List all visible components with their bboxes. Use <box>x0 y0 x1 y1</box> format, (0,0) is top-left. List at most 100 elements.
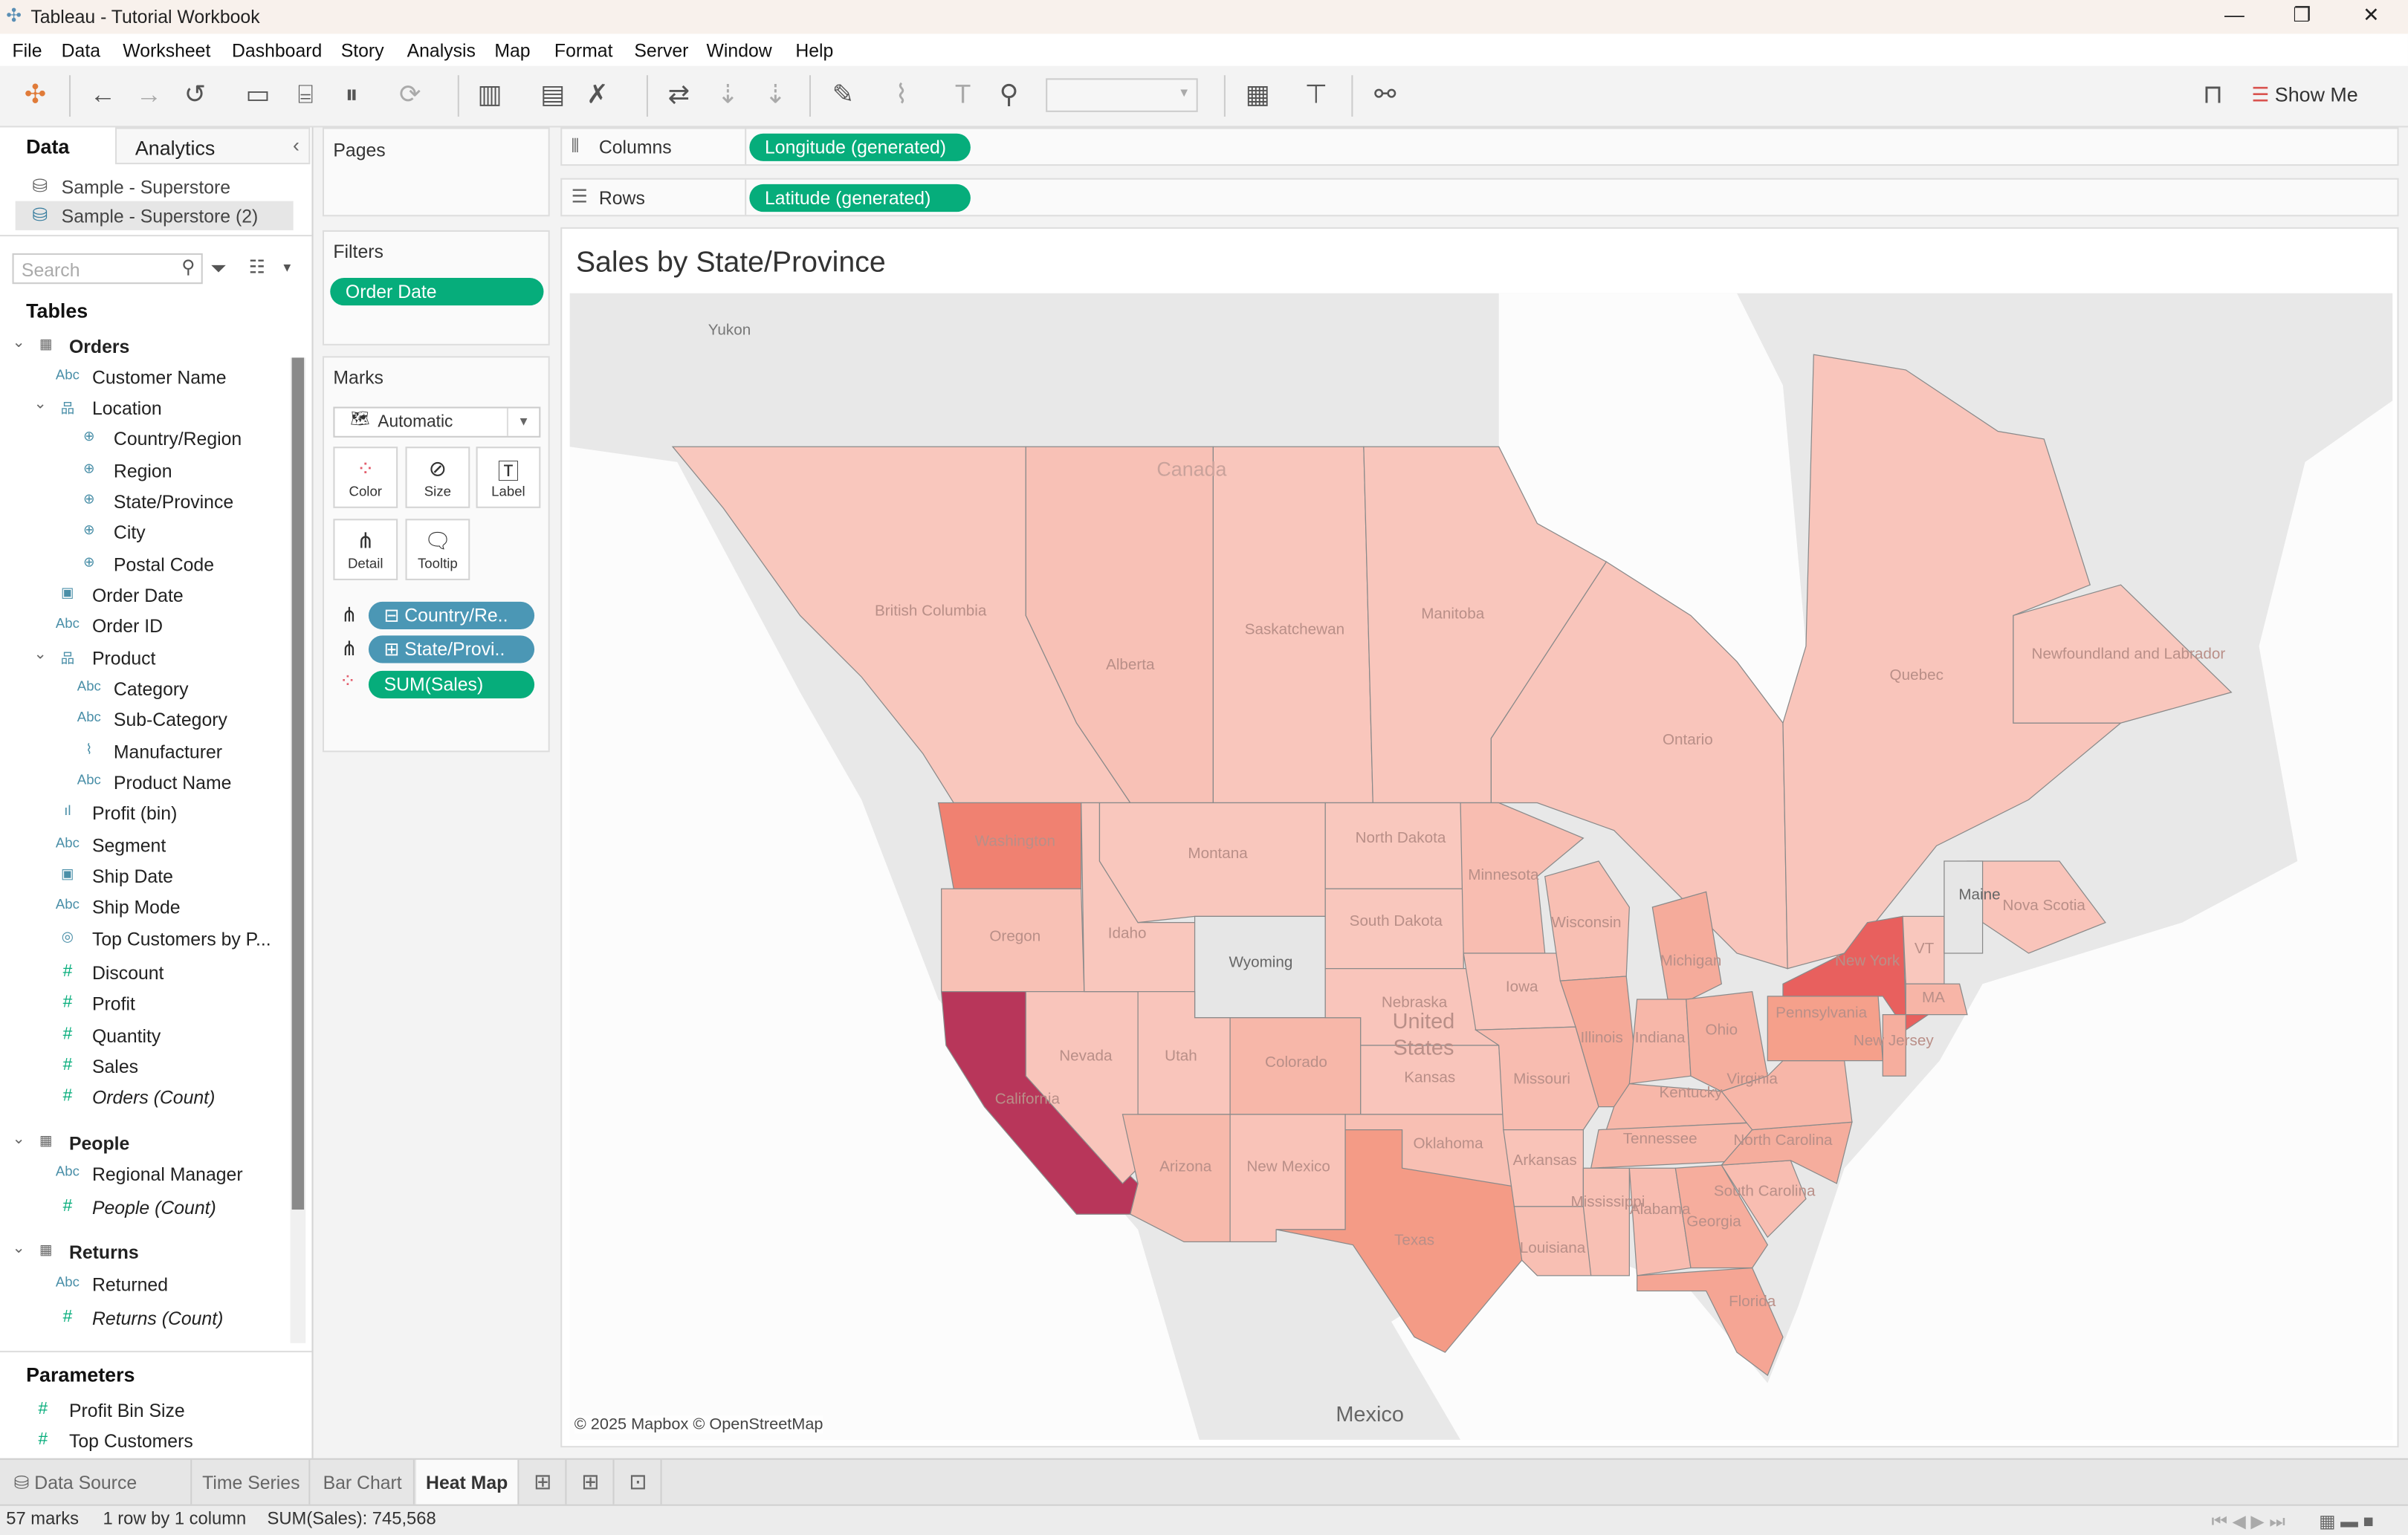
menu-analysis[interactable]: Analysis <box>407 40 476 62</box>
marks-pill-sum-sales[interactable]: SUM(Sales) <box>368 670 535 699</box>
forward-icon[interactable]: → <box>132 79 166 110</box>
tooltip-button[interactable]: 🗨 Tooltip <box>405 519 470 580</box>
columns-shelf[interactable]: ⫴ Columns Longitude (generated) <box>560 127 2399 166</box>
detail-button[interactable]: ⋔ Detail <box>333 519 398 580</box>
sheet-nav-icons[interactable]: ⏮ ◀ ▶ ⏭ <box>2211 1510 2285 1534</box>
new-datasource-icon[interactable]: ⌸ <box>288 79 322 110</box>
sort-descending-icon[interactable]: ⇣ <box>759 79 792 110</box>
close-button[interactable]: ✕ <box>2348 3 2394 27</box>
new-story-icon[interactable]: ⊡ <box>616 1459 662 1506</box>
menu-server[interactable]: Server <box>634 40 688 62</box>
tab-bar-chart[interactable]: Bar Chart <box>311 1459 415 1506</box>
highlight-icon[interactable]: ✎ <box>826 79 860 110</box>
expand-hierarchy-icon[interactable]: ⊞ <box>384 638 400 660</box>
filters-shelf[interactable]: Filters Order Date <box>322 230 550 345</box>
region-maine[interactable] <box>1943 860 1984 954</box>
scrollbar-track[interactable] <box>290 357 306 1343</box>
save-icon[interactable]: ▭ <box>241 79 274 110</box>
rows-pill-latitude[interactable]: Latitude (generated) <box>749 184 971 212</box>
clear-sheet-icon[interactable]: ✗ <box>580 79 614 110</box>
group-icon[interactable]: ⌇ <box>884 79 918 110</box>
field-item[interactable]: # Sales <box>0 1051 284 1082</box>
new-dashboard-icon[interactable]: ⊞ <box>569 1459 615 1506</box>
rows-shelf[interactable]: ☰ Rows Latitude (generated) <box>560 178 2399 217</box>
new-worksheet-icon[interactable]: ▥ <box>473 79 506 110</box>
field-item[interactable]: Abc Customer Name <box>0 363 284 393</box>
table-item[interactable]: ⌄ ▦ Returns <box>0 1237 284 1268</box>
show-labels-icon[interactable]: T <box>946 79 980 110</box>
field-item[interactable]: ⊕ State/Province <box>0 487 284 517</box>
table-item[interactable]: ⌄ ▦ Orders <box>0 331 284 362</box>
region-mississippi[interactable] <box>1582 1167 1630 1276</box>
field-item[interactable]: # Discount <box>0 958 284 988</box>
marks-pill-country[interactable]: ⊟ Country/Re.. <box>368 601 535 630</box>
tab-heat-map-active[interactable]: Heat Map <box>415 1459 520 1506</box>
field-item[interactable]: ▣ Ship Date <box>0 861 284 892</box>
parameter-item[interactable]: # Profit Bin Size <box>0 1395 284 1426</box>
share-icon[interactable]: ⚯ <box>1368 79 1402 110</box>
field-item[interactable]: Abc Sub-Category <box>0 704 284 735</box>
menu-format[interactable]: Format <box>554 40 613 62</box>
menu-map[interactable]: Map <box>494 40 530 62</box>
region-new-mexico[interactable] <box>1229 1114 1346 1243</box>
chevron-down-icon[interactable]: ⌄ <box>13 1240 25 1257</box>
table-item[interactable]: ⌄ ▦ People <box>0 1129 284 1159</box>
swap-icon[interactable]: ⇄ <box>662 79 696 110</box>
field-item[interactable]: ⌇ Manufacturer <box>0 737 284 768</box>
view-mode-icons[interactable]: ▦ ▬ ■ <box>2319 1510 2374 1532</box>
field-item[interactable]: Abc Order ID <box>0 611 284 641</box>
field-item[interactable]: ⊕ Region <box>0 456 284 487</box>
field-item[interactable]: Abc Regional Manager <box>0 1159 284 1190</box>
field-item[interactable]: # People (Count) <box>0 1192 284 1223</box>
mark-type-dropdown[interactable]: 🗺 Automatic ▼ <box>333 406 541 438</box>
menu-data[interactable]: Data <box>62 40 100 62</box>
menu-file[interactable]: File <box>13 40 42 62</box>
show-me-button[interactable]: ☰ Show Me <box>2251 83 2358 108</box>
chevron-down-icon[interactable]: ⌄ <box>13 1132 25 1149</box>
menu-story[interactable]: Story <box>341 40 384 62</box>
presentation-icon[interactable]: ⊤ <box>1299 79 1333 110</box>
parameter-item[interactable]: # Top Customers <box>0 1426 284 1456</box>
field-item[interactable]: ◎ Top Customers by P... <box>0 924 284 955</box>
field-item[interactable]: ⊕ Country/Region <box>0 423 284 454</box>
field-item[interactable]: Abc Ship Mode <box>0 892 284 922</box>
pause-updates-icon[interactable]: ⏸ <box>334 79 368 110</box>
collapse-hierarchy-icon[interactable]: ⊟ <box>384 605 400 626</box>
scrollbar-thumb[interactable] <box>291 357 305 1210</box>
fit-width-icon[interactable]: ▦ <box>1241 79 1275 110</box>
color-button[interactable]: ⁘ Color <box>333 447 398 508</box>
label-button[interactable]: 🅃 Label <box>476 447 541 508</box>
tab-time-series[interactable]: Time Series <box>193 1459 311 1506</box>
field-item[interactable]: ⌄ 品 Product <box>0 643 284 674</box>
minimize-button[interactable]: — <box>2211 3 2257 26</box>
chevron-down-icon[interactable]: ⌄ <box>13 334 25 351</box>
field-item[interactable]: ⌄ 品 Location <box>0 393 284 423</box>
filter-pill-order-date[interactable]: Order Date <box>330 277 544 306</box>
map[interactable]: British Columbia Alberta Saskatchewan Manit… <box>569 293 2393 1440</box>
size-button[interactable]: ⊘ Size <box>405 447 470 508</box>
field-item[interactable]: Abc Category <box>0 674 284 704</box>
field-item[interactable]: Abc Product Name <box>0 768 284 798</box>
presenter-icon[interactable]: ⊓ <box>2196 79 2230 110</box>
pages-shelf[interactable]: Pages <box>322 127 550 217</box>
field-item[interactable]: ıl Profit (bin) <box>0 798 284 828</box>
field-item[interactable]: Abc Returned <box>0 1270 284 1300</box>
menu-window[interactable]: Window <box>706 40 771 62</box>
field-item[interactable]: ⊕ Postal Code <box>0 550 284 580</box>
field-item[interactable]: # Orders (Count) <box>0 1083 284 1113</box>
sort-ascending-icon[interactable]: ⇣ <box>711 79 745 110</box>
field-item[interactable]: Abc Segment <box>0 831 284 861</box>
menu-worksheet[interactable]: Worksheet <box>123 40 210 62</box>
refresh-icon[interactable]: ⟳ <box>393 79 427 110</box>
redirect-icon[interactable]: ↺ <box>178 79 212 110</box>
region-montana[interactable] <box>1098 802 1326 924</box>
chevron-down-icon[interactable]: ▼ <box>506 408 539 436</box>
field-item[interactable]: # Returns (Count) <box>0 1303 284 1334</box>
pin-icon[interactable]: ⚲ <box>992 79 1026 110</box>
maximize-button[interactable]: ❐ <box>2279 3 2325 27</box>
menu-help[interactable]: Help <box>795 40 833 62</box>
new-worksheet-icon[interactable]: ⊞ <box>520 1459 567 1506</box>
chevron-down-icon[interactable]: ⌄ <box>33 396 46 413</box>
marks-pill-state[interactable]: ⊞ State/Provi.. <box>368 635 535 663</box>
field-item[interactable]: ⊕ City <box>0 517 284 548</box>
